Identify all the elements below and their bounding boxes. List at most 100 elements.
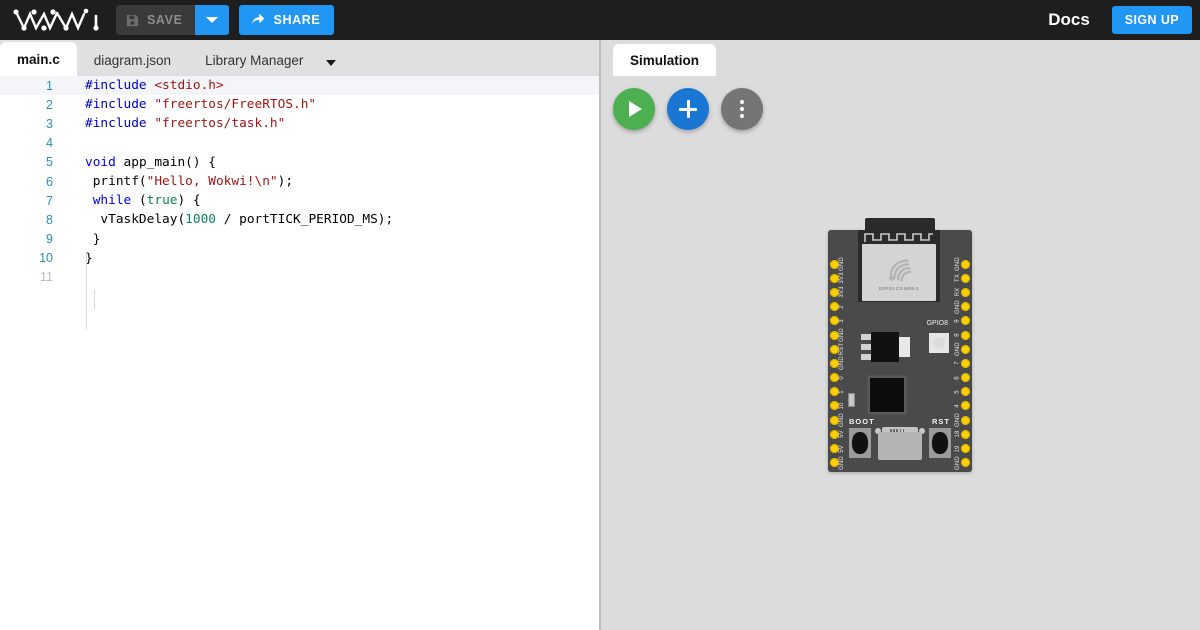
board-pin[interactable]: RST <box>830 342 845 356</box>
save-options-button[interactable] <box>194 5 229 35</box>
board-pin[interactable]: 6 <box>955 371 970 385</box>
board-pin[interactable]: GND <box>955 413 970 427</box>
line-number: 6 <box>46 174 53 189</box>
board-pin[interactable]: GND <box>955 257 970 271</box>
board-pin[interactable]: GND <box>955 342 970 356</box>
pin-hole-icon <box>830 344 839 354</box>
save-label: SAVE <box>147 13 183 27</box>
share-label: SHARE <box>273 13 321 27</box>
code-line[interactable]: 8 vTaskDelay(1000 / portTICK_PERIOD_MS); <box>0 210 599 229</box>
pin-label: 3 <box>839 319 845 323</box>
code-editor[interactable]: 1 #include <stdio.h> 2 #include "freertos/F… <box>0 76 599 630</box>
boot-button[interactable] <box>849 428 871 458</box>
chevron-down-icon[interactable] <box>326 60 337 66</box>
code-line[interactable]: 9 } <box>0 230 599 249</box>
board-pin[interactable]: TX <box>955 271 970 285</box>
code-line[interactable]: 11 <box>0 268 599 287</box>
tab-main-c[interactable]: main.c <box>0 42 77 76</box>
wokwi-logo[interactable] <box>10 7 102 33</box>
code-line[interactable]: 3 #include "freertos/task.h" <box>0 114 599 133</box>
module-label: ESP32-C3-MINI-1 <box>878 286 919 291</box>
tab-diagram-json[interactable]: diagram.json <box>77 44 188 76</box>
board-pin[interactable]: 10 <box>830 399 845 413</box>
gpio8-led[interactable] <box>929 333 949 353</box>
capacitor <box>848 393 855 407</box>
code-line[interactable]: 2 #include "freertos/FreeRTOS.h" <box>0 95 599 114</box>
voltage-regulator <box>861 332 910 362</box>
pin-hole-icon <box>830 287 839 297</box>
board-pcb[interactable]: ESP32-C3-MINI-1 GND 3V3 3V3 2 3 GND RST GND 0 1 10… <box>828 230 972 472</box>
pin-hole-icon <box>830 302 839 312</box>
board-pin[interactable]: 9 <box>955 314 970 328</box>
board-pin[interactable]: GND <box>830 413 845 427</box>
code-line[interactable]: 10} <box>0 249 599 268</box>
usb-connector[interactable] <box>878 432 922 460</box>
pin-hole-icon <box>961 344 970 354</box>
board-pin[interactable]: 5V <box>830 441 845 455</box>
docs-link[interactable]: Docs <box>1048 10 1090 30</box>
board-pin[interactable]: 1 <box>830 385 845 399</box>
code-line[interactable]: 4 <box>0 134 599 153</box>
board-pin[interactable]: 3 <box>830 314 845 328</box>
pin-label: GND <box>955 342 961 357</box>
pin-hole-icon <box>961 401 970 411</box>
pin-label: GND <box>955 299 961 314</box>
share-arrow-icon <box>250 11 266 30</box>
pin-label: 3V3 <box>839 286 845 299</box>
board-pin[interactable]: GND <box>955 300 970 314</box>
start-simulation-button[interactable] <box>613 88 655 130</box>
pin-label: 5V <box>839 444 845 453</box>
esp32-module: ESP32-C3-MINI-1 <box>858 230 940 302</box>
board-pin[interactable]: 7 <box>955 356 970 370</box>
code-line[interactable]: 6 printf("Hello, Wokwi!\n"); <box>0 172 599 191</box>
pin-hole-icon <box>961 259 970 269</box>
code-line[interactable]: 5 void app_main() { <box>0 153 599 172</box>
right-pin-header[interactable]: GND TX RX GND 9 8 GND 7 6 5 4 GND 18 19 GND <box>955 257 970 470</box>
board-pin[interactable]: 3V3 <box>830 285 845 299</box>
pin-hole-icon <box>961 287 970 297</box>
pin-hole-icon <box>961 302 970 312</box>
code-line[interactable]: 1 #include <stdio.h> <box>0 76 599 96</box>
signup-button[interactable]: SIGN UP <box>1111 6 1192 34</box>
code-line[interactable]: 7 while (true) { <box>0 191 599 210</box>
indent-guide <box>94 290 95 309</box>
board-pin[interactable]: 3V3 <box>830 271 845 285</box>
pin-hole-icon <box>830 259 839 269</box>
share-button[interactable]: SHARE <box>238 5 335 35</box>
pin-label: 8 <box>955 333 961 337</box>
left-pin-header[interactable]: GND 3V3 3V3 2 3 GND RST GND 0 1 10 GND 5V 5V GND <box>830 257 845 470</box>
add-part-button[interactable] <box>667 88 709 130</box>
pin-hole-icon <box>830 401 839 411</box>
editor-pane: main.c diagram.json Library Manager 1 #in… <box>0 40 599 630</box>
pin-hole-icon <box>830 429 839 439</box>
pin-hole-icon <box>961 330 970 340</box>
board-pin[interactable]: GND <box>830 257 845 271</box>
board-pin[interactable]: 4 <box>955 399 970 413</box>
board-pin[interactable]: 19 <box>955 441 970 455</box>
board-pin[interactable]: RX <box>955 285 970 299</box>
board-pin[interactable]: 5 <box>955 385 970 399</box>
board-pin[interactable]: GND <box>830 356 845 370</box>
pin-hole-icon <box>961 444 970 454</box>
board-pin[interactable]: 0 <box>830 371 845 385</box>
board-pin[interactable]: 8 <box>955 328 970 342</box>
pin-hole-icon <box>830 316 839 326</box>
rst-button[interactable] <box>929 428 951 458</box>
pin-hole-icon <box>961 415 970 425</box>
simulation-menu-button[interactable] <box>721 88 763 130</box>
esp32-c3-board[interactable]: ESP32-C3-MINI-1 GND 3V3 3V3 2 3 GND RST GND 0 1 10… <box>828 218 972 472</box>
kebab-menu-icon <box>740 100 744 118</box>
code-text: vTaskDelay(1000 / portTICK_PERIOD_MS); <box>85 212 394 228</box>
board-pin[interactable]: 5V <box>830 427 845 441</box>
save-button[interactable]: SAVE <box>116 5 195 35</box>
board-pin[interactable]: GND <box>830 456 845 470</box>
tab-simulation[interactable]: Simulation <box>613 44 717 76</box>
board-pin[interactable]: GND <box>830 328 845 342</box>
pin-label: GND <box>839 356 845 371</box>
board-pin[interactable]: GND <box>955 456 970 470</box>
espressif-logo <box>889 259 912 282</box>
board-pin[interactable]: 18 <box>955 427 970 441</box>
board-pin[interactable]: 2 <box>830 300 845 314</box>
tab-library-manager[interactable]: Library Manager <box>188 44 320 76</box>
led-dot-icon <box>933 337 945 349</box>
